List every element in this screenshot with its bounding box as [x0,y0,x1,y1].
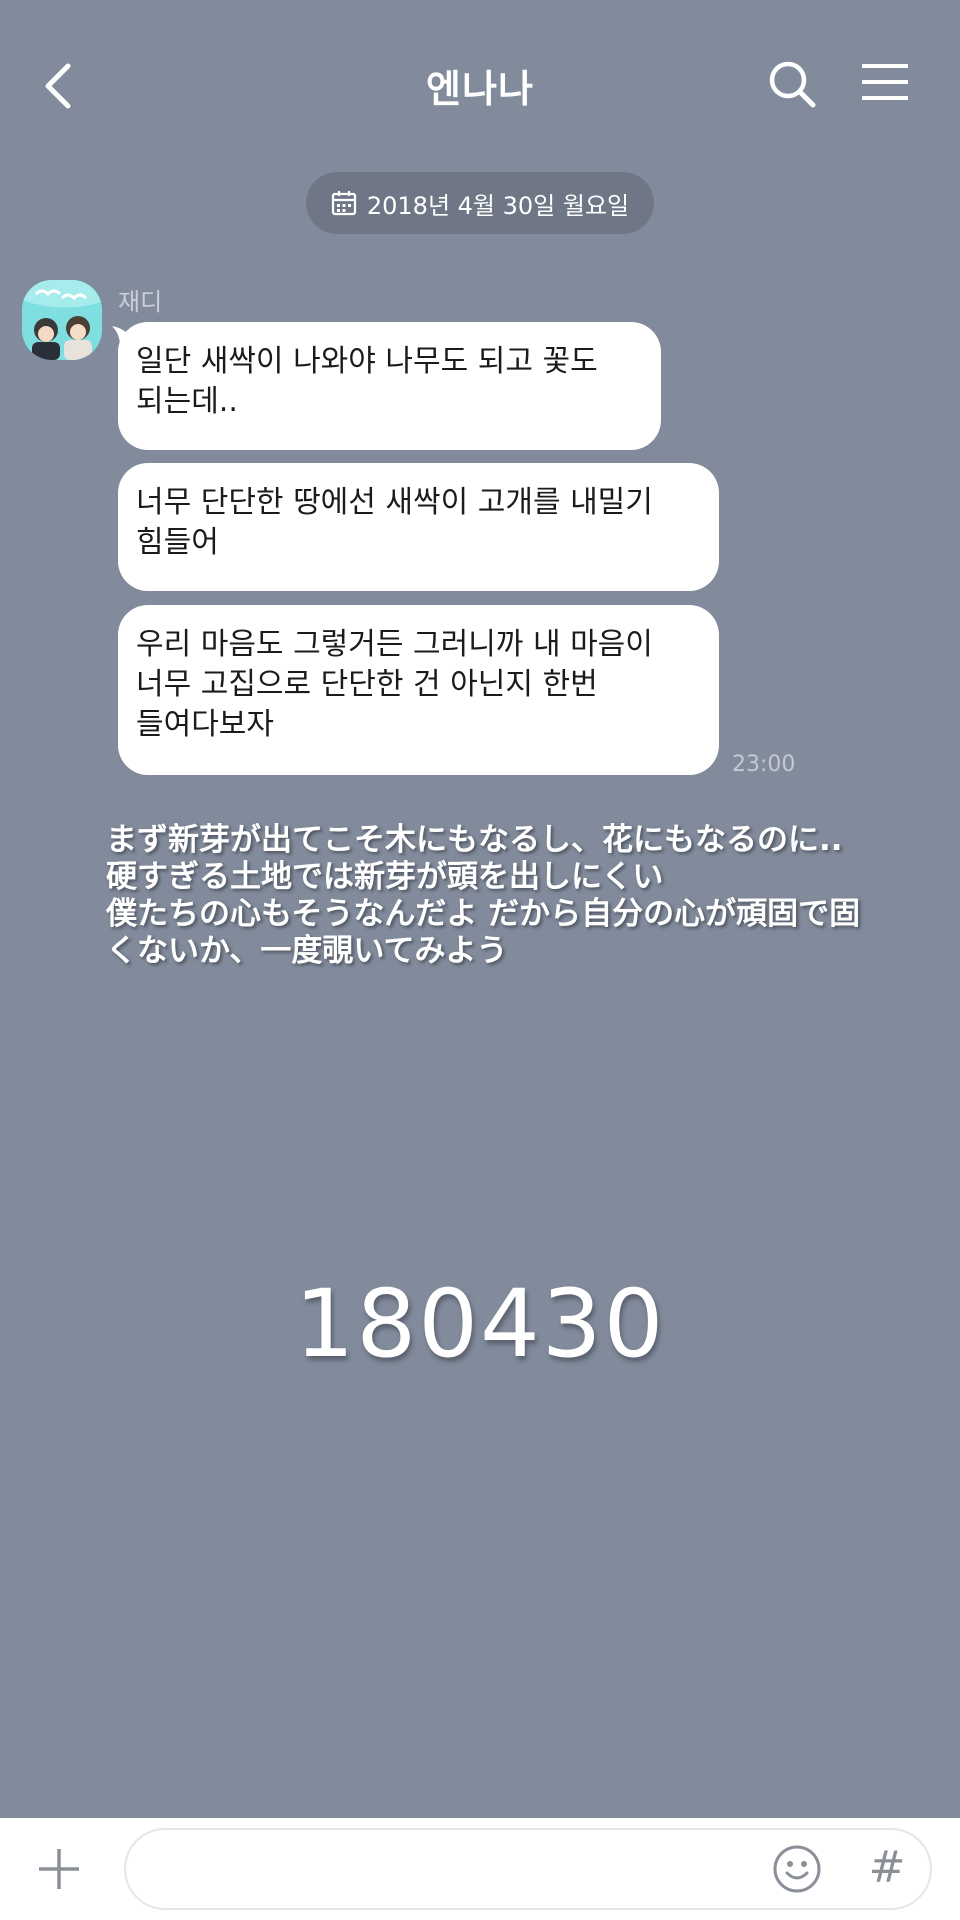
search-button[interactable] [766,58,818,110]
emoji-button[interactable] [772,1844,822,1894]
attach-button[interactable] [36,1846,82,1892]
sender-name: 재디 [118,288,163,316]
hashtag-button[interactable]: # [862,1838,912,1898]
sender-avatar[interactable] [22,280,102,360]
chat-header: 엔나나 [0,0,960,170]
calendar-icon [331,191,356,216]
hamburger-menu-icon [862,64,908,100]
chat-screen: 엔나나 2018년 4월 30일 월요일 재디 일단 새싹이 나와야 나무도 되… [0,0,960,1920]
date-stamp: 180430 [294,1270,666,1379]
message-input-bar: # [0,1818,960,1920]
message-bubble[interactable]: 우리 마음도 그렇거든 그러니까 내 마음이 너무 고집으로 단단한 건 아닌지… [118,605,719,775]
message-bubble[interactable]: 일단 새싹이 나와야 나무도 되고 꽃도 되는데.. [118,322,661,450]
menu-button[interactable] [860,62,910,102]
profile-avatar [22,280,102,360]
emoji-icon [773,1845,821,1893]
translation-caption: まず新芽が出てこそ木にもなるし、花にもなるのに.. 硬すぎる土地では新芽が頭を出… [106,822,861,969]
search-icon [769,61,816,108]
date-divider-text: 2018년 4월 30일 월요일 [366,191,630,220]
message-bubble[interactable]: 너무 단단한 땅에선 새싹이 고개를 내밀기 힘들어 [118,463,719,591]
date-divider: 2018년 4월 30일 월요일 [306,172,654,234]
message-timestamp: 23:00 [732,752,796,777]
plus-icon [39,1849,79,1889]
